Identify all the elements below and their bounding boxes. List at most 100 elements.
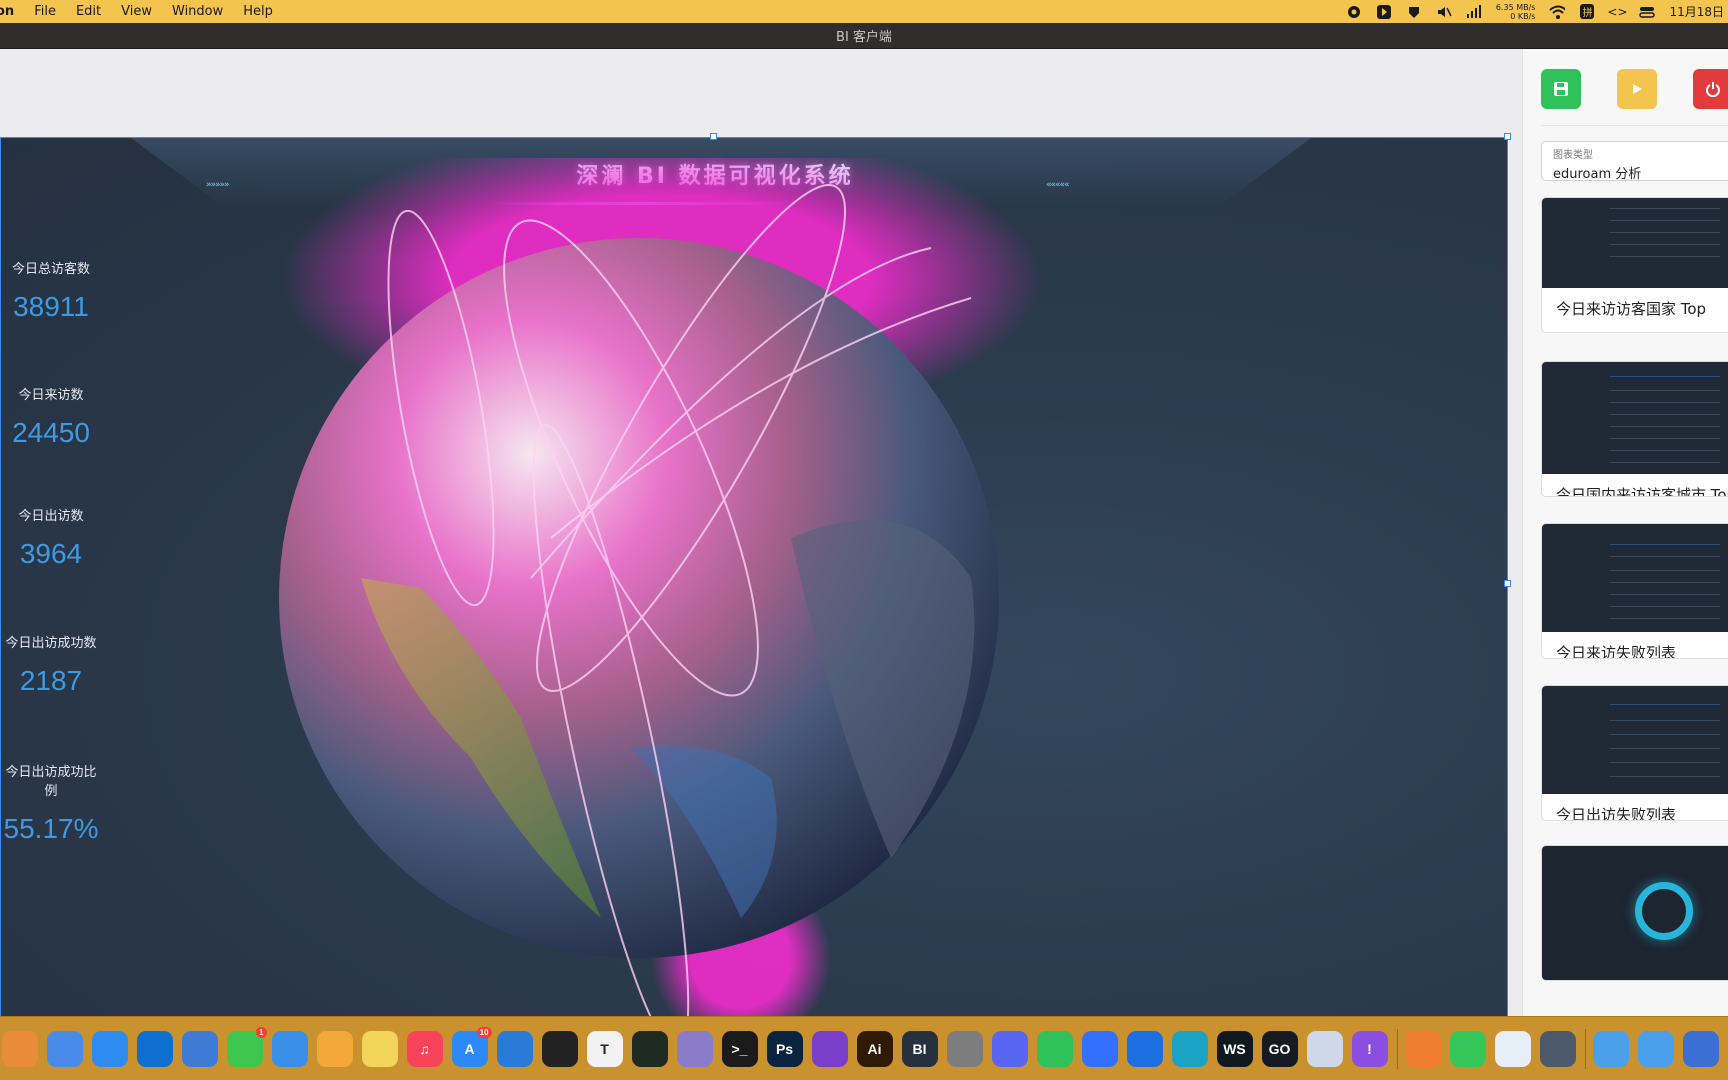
menu-file[interactable]: File [24, 0, 66, 23]
chart-card-domestic-city[interactable]: 今日国内来访访客城市 Top [1541, 361, 1728, 497]
messages-icon[interactable]: 1 [226, 1026, 267, 1067]
save-icon [1554, 82, 1568, 96]
feishu-icon[interactable] [1081, 1030, 1118, 1067]
feedback-icon[interactable]: ! [1351, 1030, 1388, 1067]
right-panel: 图表类型 eduroam 分析 今日来访访客国家 Top 今日国内来访访客城市 … [1522, 49, 1728, 1016]
card-thumbnail [1542, 362, 1728, 474]
power-button[interactable] [1693, 69, 1728, 109]
stat-outgoing-success-ratio: 今日出访成功比例 55.17% [1, 761, 101, 845]
editor-area: »»»»» ««««« 深澜 BI 数据可视化系统 [0, 49, 1522, 1034]
stat-incoming: 今日来访数 24450 [1, 384, 101, 449]
menu-edit[interactable]: Edit [66, 0, 111, 23]
facetime-icon[interactable] [1449, 1030, 1486, 1067]
save-button[interactable] [1541, 69, 1581, 109]
menu-app-name[interactable]: on [0, 0, 24, 23]
status-area: 6.35 MB/s 0 KB/s 拼 <> 11月18日 [1346, 0, 1728, 23]
github-icon[interactable] [811, 1030, 848, 1067]
webstorm-icon[interactable]: WS [1216, 1030, 1253, 1067]
menubar-date[interactable]: 11月18日 [1669, 3, 1724, 20]
photoshop-icon[interactable]: Ps [766, 1030, 803, 1067]
window-title-bar: BI 客户端 [0, 23, 1728, 49]
bi-client-icon[interactable]: BI [901, 1030, 938, 1067]
music-icon[interactable]: ♫ [406, 1030, 443, 1067]
window-title: BI 客户端 [836, 30, 892, 45]
stat-total-visitors: 今日总访客数 38911 [1, 258, 101, 323]
edge-preview-icon[interactable] [1171, 1030, 1208, 1067]
menu-window[interactable]: Window [162, 0, 233, 23]
input-method-icon[interactable]: 拼 [1579, 4, 1595, 19]
stat-value: 3964 [19, 538, 83, 569]
card-caption: 今日出访失败列表 [1556, 806, 1677, 821]
card-thumbnail [1542, 524, 1728, 632]
chart-card-incoming-failures[interactable]: 今日来访失败列表 [1541, 523, 1728, 659]
vscode-icon[interactable] [496, 1030, 533, 1067]
discord-icon[interactable] [991, 1030, 1028, 1067]
chart-type-select[interactable]: 图表类型 eduroam 分析 [1541, 141, 1728, 182]
mail-icon[interactable] [271, 1030, 308, 1067]
play-icon [1633, 84, 1642, 94]
activity-monitor-icon[interactable] [631, 1030, 668, 1067]
record-icon[interactable] [1346, 5, 1362, 19]
send-icon[interactable] [1126, 1030, 1163, 1067]
infuse-icon[interactable] [1404, 1030, 1441, 1067]
photos-icon[interactable] [316, 1030, 353, 1067]
terminal-icon[interactable]: >_ [721, 1030, 758, 1067]
chart-card-visitor-country[interactable]: 今日来访访客国家 Top [1541, 197, 1728, 333]
paw-icon[interactable] [136, 1030, 173, 1067]
notes-icon[interactable] [361, 1030, 398, 1067]
folder-icon[interactable] [1593, 1030, 1629, 1067]
card-thumbnail [1542, 846, 1728, 980]
card-thumbnail [1542, 686, 1728, 794]
istat-icon[interactable] [1494, 1030, 1531, 1067]
menu-view[interactable]: View [111, 0, 162, 23]
card-caption: 今日来访访客国家 Top [1556, 300, 1707, 318]
menu-help[interactable]: Help [233, 0, 283, 23]
teams-icon[interactable] [181, 1030, 218, 1067]
control-center-icon[interactable] [1639, 5, 1656, 19]
wifi-icon[interactable] [1549, 5, 1566, 19]
resize-handle-right[interactable] [1504, 580, 1511, 587]
power-icon [1706, 82, 1720, 97]
stat-outgoing: 今日出访数 3964 [1, 505, 101, 570]
resize-handle-top[interactable] [710, 133, 717, 140]
notification-badge: 10 [476, 1026, 492, 1038]
chart-card-ring[interactable] [1541, 845, 1728, 981]
dashboard-canvas[interactable]: »»»»» ««««« 深澜 BI 数据可视化系统 [0, 137, 1508, 1031]
stat-value: 2187 [19, 665, 83, 696]
goland-icon[interactable]: GO [1261, 1030, 1298, 1067]
stat-label: 今日出访成功数 [5, 636, 97, 651]
resize-handle-top-right[interactable] [1504, 133, 1511, 140]
window-icon[interactable] [1683, 1030, 1719, 1067]
chart-type-value: eduroam 分析 [1553, 167, 1642, 182]
ring-chart-thumbnail [1635, 882, 1693, 940]
preview-button[interactable] [1617, 69, 1657, 109]
menu-bar: on File Edit View Window Help 6.35 MB/s 0… [0, 0, 1728, 23]
stat-label: 今日来访数 [18, 388, 84, 403]
card-caption: 今日国内来访访客城市 Top [1556, 486, 1728, 497]
mute-icon[interactable] [1436, 5, 1452, 19]
figma-icon[interactable] [541, 1030, 578, 1067]
electron-icon[interactable] [1539, 1030, 1576, 1067]
folder-icon-2[interactable] [1638, 1030, 1674, 1067]
shield-icon[interactable] [1406, 5, 1422, 19]
appstore-icon[interactable]: A 10 [451, 1026, 492, 1067]
stat-value: 24450 [12, 417, 90, 448]
typora-icon[interactable]: T [586, 1030, 623, 1067]
signal-icon[interactable] [1466, 4, 1482, 19]
archive-icon[interactable] [676, 1030, 713, 1067]
safari-icon[interactable] [91, 1030, 128, 1067]
finder-folder-icon[interactable] [1306, 1030, 1343, 1067]
system-settings-icon[interactable] [946, 1030, 983, 1067]
chart-card-outgoing-failures[interactable]: 今日出访失败列表 [1541, 685, 1728, 821]
play-status-icon[interactable] [1376, 4, 1392, 19]
chart-type-label: 图表类型 [1553, 150, 1593, 161]
illustrator-icon[interactable]: Ai [856, 1030, 893, 1067]
stat-value: 55.17% [3, 813, 99, 844]
code-brackets-icon[interactable]: <> [1607, 5, 1627, 19]
stat-value: 38911 [13, 291, 89, 322]
dock: 1 ♫ A 10 T >_ Ps Ai BI WS GO! [0, 1016, 1728, 1080]
chrome-icon[interactable] [46, 1030, 83, 1067]
launchpad-icon[interactable] [1, 1030, 38, 1067]
stat-label: 今日出访数 [18, 509, 84, 524]
wechat-icon[interactable] [1036, 1030, 1073, 1067]
